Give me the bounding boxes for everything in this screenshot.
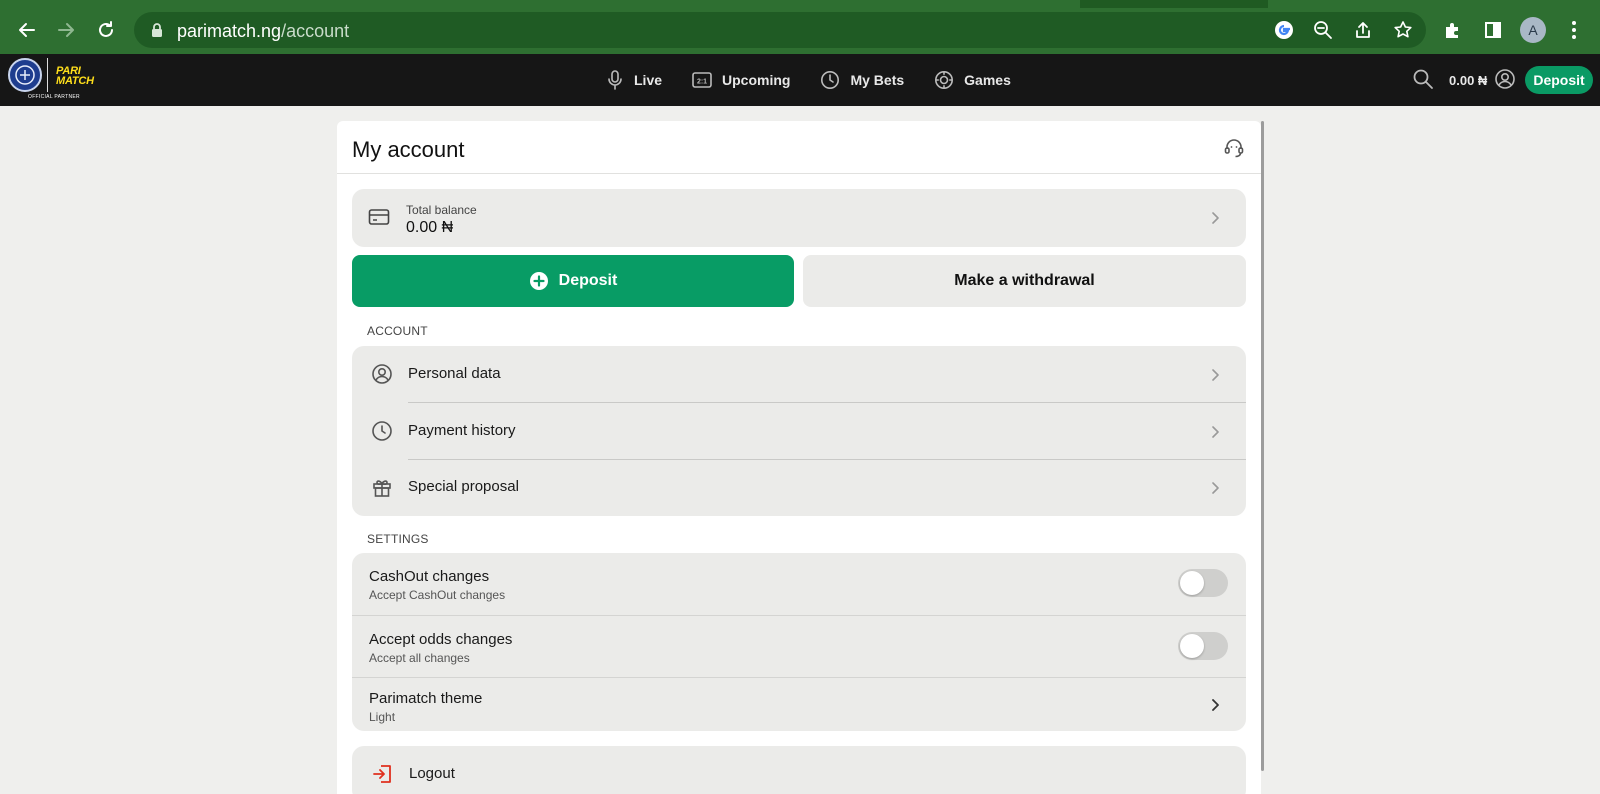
extensions-icon[interactable] (1441, 18, 1465, 42)
url-text[interactable]: parimatch.ng/account (177, 21, 349, 42)
menu-label: Payment history (408, 422, 516, 439)
menu-label: Personal data (408, 365, 501, 382)
share-icon[interactable] (1351, 18, 1375, 42)
deposit-button[interactable]: Deposit (352, 255, 794, 307)
lock-icon[interactable] (145, 18, 169, 42)
nav-games[interactable]: Games (934, 70, 1011, 90)
gift-icon (370, 475, 394, 499)
nav-live-label: Live (634, 72, 663, 88)
chelsea-crest-logo[interactable] (8, 58, 42, 92)
account-menu: Personal data Payment history Special pr… (352, 346, 1246, 516)
parimatch-logo[interactable]: PARI MATCH (56, 66, 94, 87)
zoom-out-icon[interactable] (1311, 18, 1335, 42)
casino-chip-icon (935, 71, 954, 89)
nav-my-bets[interactable]: My Bets (820, 70, 904, 90)
cashout-toggle[interactable] (1178, 569, 1228, 597)
user-circle-icon (370, 362, 394, 386)
setting-title: Accept odds changes (369, 631, 513, 648)
nav-my-bets-label: My Bets (850, 72, 905, 88)
microphone-icon (608, 70, 622, 90)
balance-value: 0.00 ₦ (406, 219, 454, 236)
plus-circle-icon (529, 272, 548, 290)
logout-row[interactable]: Logout (352, 746, 1246, 794)
side-panel-icon[interactable] (1481, 18, 1505, 42)
support-headset-icon[interactable] (1222, 136, 1246, 160)
setting-title: Parimatch theme (369, 690, 483, 707)
balance-label: Total balance (406, 203, 477, 217)
setting-title: CashOut changes (369, 568, 490, 585)
withdraw-button[interactable]: Make a withdrawal (803, 255, 1246, 307)
settings-menu: CashOut changes Accept CashOut changes A… (352, 553, 1246, 731)
profile-avatar[interactable]: A (1520, 17, 1546, 43)
browser-tab[interactable] (0, 0, 1080, 8)
title-divider (337, 173, 1261, 174)
chevron-right-icon (1210, 698, 1220, 712)
logout-icon (372, 763, 394, 790)
withdraw-button-label: Make a withdrawal (954, 272, 1095, 289)
nav-games-label: Games (964, 72, 1011, 88)
chevron-right-icon (1210, 211, 1220, 225)
nav-live[interactable]: Live (606, 70, 662, 90)
menu-payment-history[interactable]: Payment history (352, 403, 1246, 460)
setting-accept-odds: Accept odds changes Accept all changes (352, 616, 1246, 678)
chevron-right-icon (1210, 425, 1220, 439)
back-arrow-icon[interactable] (12, 15, 42, 45)
settings-section-label: SETTINGS (367, 532, 429, 546)
menu-personal-data[interactable]: Personal data (352, 346, 1246, 403)
header-balance[interactable]: 0.00 ₦ (1449, 73, 1487, 88)
clock-icon (370, 419, 394, 443)
scrollbar[interactable] (1261, 121, 1264, 771)
more-vert-icon[interactable] (1562, 18, 1586, 42)
nav-upcoming-label: Upcoming (722, 72, 791, 88)
setting-subtitle: Accept all changes (369, 651, 470, 665)
scoreboard-icon: 2:1 (692, 72, 712, 88)
setting-subtitle: Light (369, 710, 396, 724)
star-icon[interactable] (1391, 18, 1415, 42)
chevron-right-icon (1210, 481, 1220, 495)
setting-cashout-changes: CashOut changes Accept CashOut changes (352, 553, 1246, 616)
search-icon[interactable] (1412, 68, 1434, 95)
main-nav: Live 2:1 Upcoming My Bets Games (606, 54, 1041, 106)
site-header: PARI MATCH OFFICIAL PARTNER Live 2:1 Upco… (0, 54, 1600, 106)
clock-icon (821, 71, 840, 89)
partner-caption: OFFICIAL PARTNER (28, 94, 80, 100)
setting-subtitle: Accept CashOut changes (369, 588, 506, 602)
svg-text:2:1: 2:1 (697, 79, 707, 86)
browser-toolbar: parimatch.ng/account A (0, 0, 1600, 54)
toggle-knob (1180, 571, 1204, 595)
total-balance-card[interactable]: Total balance 0.00 ₦ (352, 189, 1246, 247)
menu-label: Special proposal (408, 478, 519, 495)
chevron-right-icon (1210, 368, 1220, 382)
browser-tab[interactable] (1268, 0, 1600, 8)
account-section-label: ACCOUNT (367, 324, 428, 338)
deposit-button-label: Deposit (558, 272, 618, 289)
odds-toggle[interactable] (1178, 632, 1228, 660)
page-title: My account (352, 137, 465, 162)
menu-special-proposal[interactable]: Special proposal (352, 459, 1246, 516)
user-account-icon[interactable] (1494, 68, 1516, 95)
logout-label: Logout (409, 765, 455, 782)
reload-icon[interactable] (91, 15, 121, 45)
header-deposit-button[interactable]: Deposit (1525, 66, 1593, 94)
wallet-card-icon (368, 207, 390, 232)
logo-divider (47, 58, 48, 92)
toggle-knob (1180, 634, 1204, 658)
nav-upcoming[interactable]: 2:1 Upcoming (692, 72, 790, 88)
forward-arrow-icon[interactable] (51, 15, 81, 45)
google-icon[interactable] (1272, 18, 1296, 42)
setting-theme[interactable]: Parimatch theme Light (352, 678, 1246, 731)
